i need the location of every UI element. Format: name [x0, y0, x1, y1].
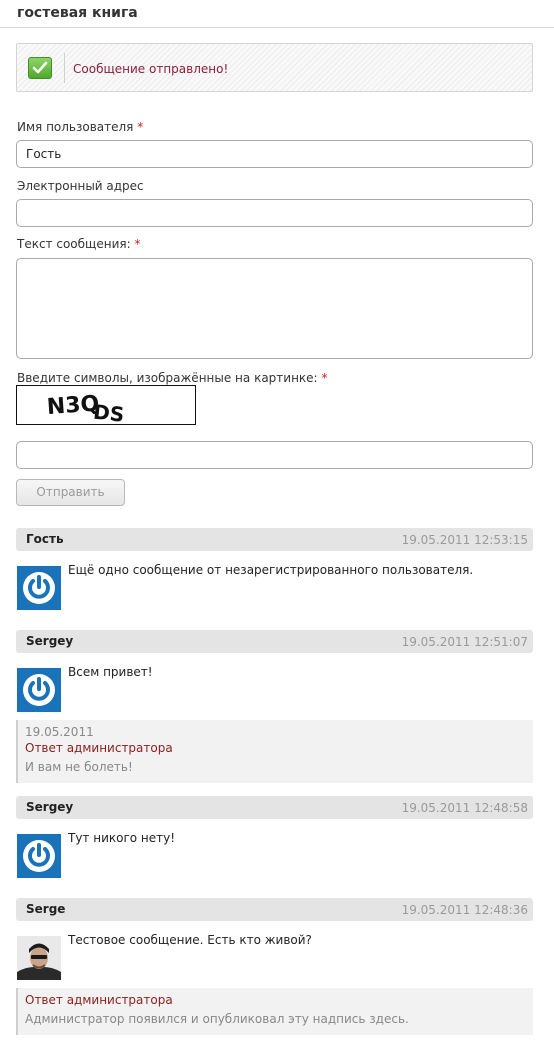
message-header: Sergey 19.05.2011 12:51:07: [16, 630, 533, 653]
notice-divider: [64, 53, 65, 83]
reply-text: И вам не болеть!: [25, 760, 133, 774]
reply-title: Ответ администратора: [25, 993, 173, 1007]
message-author: Гость: [26, 532, 64, 546]
admin-reply: Ответ администратора Администратор появи…: [16, 988, 533, 1035]
name-label: Имя пользователя *: [17, 120, 144, 134]
message-label: Текст сообщения: *: [17, 237, 141, 251]
message-header: Sergey 19.05.2011 12:48:58: [16, 796, 533, 819]
required-mark: *: [137, 120, 144, 134]
required-mark: *: [134, 237, 141, 251]
message-author: Sergey: [26, 634, 74, 648]
message-text: Тестовое сообщение. Есть кто живой?: [68, 933, 312, 947]
message-textarea[interactable]: [16, 258, 533, 359]
email-label: Электронный адрес: [17, 179, 144, 193]
email-input[interactable]: [16, 199, 533, 227]
message-text: Всем привет!: [68, 665, 153, 679]
checkmark-icon: [28, 57, 52, 79]
user-photo: [17, 936, 61, 980]
message-author: Sergey: [26, 800, 74, 814]
power-icon: [17, 834, 61, 878]
name-input[interactable]: [16, 140, 533, 168]
title-divider: [0, 27, 554, 28]
success-text: Сообщение отправлено!: [73, 62, 229, 76]
message-author: Serge: [26, 902, 66, 916]
success-notice: Сообщение отправлено!: [16, 43, 533, 92]
message-text: Ещё одно сообщение от незарегистрированн…: [68, 563, 474, 577]
admin-reply: 19.05.2011 Ответ администратора И вам не…: [16, 720, 533, 783]
message-text: Тут никого нету!: [68, 831, 176, 845]
page-title: гостевая книга: [17, 5, 138, 21]
captcha-label: Введите символы, изображённые на картинк…: [17, 371, 328, 385]
power-icon: [17, 668, 61, 712]
reply-date: 19.05.2011: [25, 725, 94, 739]
message-date: 19.05.2011 12:48:36: [401, 903, 528, 917]
power-icon: [17, 566, 61, 610]
submit-button[interactable]: Отправить: [16, 479, 125, 506]
reply-text: Администратор появился и опубликовал эту…: [25, 1012, 409, 1026]
captcha-input[interactable]: [16, 441, 533, 469]
message-date: 19.05.2011 12:53:15: [401, 533, 528, 547]
message-date: 19.05.2011 12:51:07: [401, 635, 528, 649]
captcha-image: N3Q DS: [16, 385, 196, 427]
svg-text:DS: DS: [92, 400, 125, 424]
reply-title: Ответ администратора: [25, 741, 173, 755]
message-header: Гость 19.05.2011 12:53:15: [16, 528, 533, 551]
required-mark: *: [321, 371, 328, 385]
message-date: 19.05.2011 12:48:58: [401, 801, 528, 815]
message-header: Serge 19.05.2011 12:48:36: [16, 898, 533, 921]
